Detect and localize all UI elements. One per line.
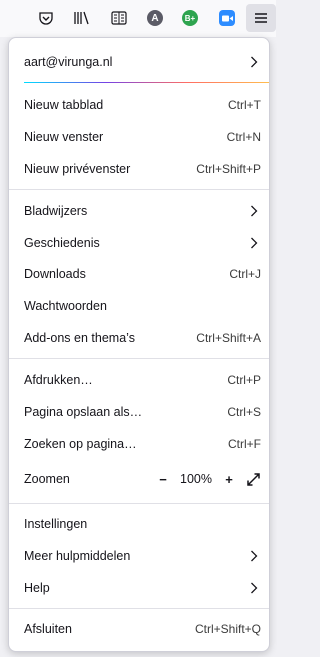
- new-window-shortcut: Ctrl+N: [226, 130, 261, 144]
- separator: [9, 358, 269, 359]
- zoom-in-button[interactable]: +: [221, 471, 237, 487]
- help-label: Help: [24, 581, 50, 595]
- new-private-window-shortcut: Ctrl+Shift+P: [196, 162, 261, 176]
- history-item[interactable]: Geschiedenis: [9, 227, 269, 259]
- new-window-label: Nieuw venster: [24, 130, 104, 144]
- new-tab-label: Nieuw tabblad: [24, 98, 104, 112]
- print-shortcut: Ctrl+P: [227, 373, 261, 387]
- separator: [9, 189, 269, 190]
- new-tab-shortcut: Ctrl+T: [228, 98, 261, 112]
- chevron-right-icon: [247, 236, 261, 250]
- find-in-page-shortcut: Ctrl+F: [228, 437, 261, 451]
- browser-toolbar: A B+: [0, 0, 276, 37]
- zoom-reset-value[interactable]: 100%: [177, 472, 215, 486]
- app-menu-panel: aart@virunga.nl Nieuw tabblad Ctrl+T Nie…: [8, 37, 270, 652]
- bookmarks-label: Bladwijzers: [24, 204, 88, 218]
- zoom-controls: − 100% +: [155, 471, 261, 487]
- extension-a-icon[interactable]: A: [140, 4, 170, 32]
- separator: [9, 503, 269, 504]
- extension-b-plus-icon[interactable]: B+: [175, 4, 205, 32]
- chevron-right-icon: [247, 549, 261, 563]
- account-separator: [24, 82, 269, 83]
- chevron-right-icon: [247, 204, 261, 218]
- quit-label: Afsluiten: [24, 622, 72, 636]
- save-page-label: Pagina opslaan als…: [24, 405, 143, 419]
- addons-themes-shortcut: Ctrl+Shift+A: [196, 331, 261, 345]
- quit-shortcut: Ctrl+Shift+Q: [194, 622, 261, 636]
- quit-item[interactable]: Afsluiten Ctrl+Shift+Q: [9, 613, 269, 645]
- separator: [9, 608, 269, 609]
- account-email: aart@virunga.nl: [24, 55, 113, 69]
- account-row[interactable]: aart@virunga.nl: [9, 46, 269, 78]
- help-item[interactable]: Help: [9, 572, 269, 604]
- passwords-label: Wachtwoorden: [24, 299, 107, 313]
- downloads-item[interactable]: Downloads Ctrl+J: [9, 258, 269, 290]
- extension-a-letter: A: [147, 10, 163, 26]
- settings-item[interactable]: Instellingen: [9, 508, 269, 540]
- extension-b-letter: B+: [182, 10, 198, 26]
- reader-view-icon[interactable]: [104, 4, 134, 32]
- more-tools-label: Meer hulpmiddelen: [24, 549, 131, 563]
- chevron-right-icon: [247, 55, 261, 69]
- new-window-item[interactable]: Nieuw venster Ctrl+N: [9, 121, 269, 153]
- zoom-out-button[interactable]: −: [155, 471, 171, 487]
- downloads-label: Downloads: [24, 267, 86, 281]
- library-icon[interactable]: [67, 4, 97, 32]
- more-tools-item[interactable]: Meer hulpmiddelen: [9, 540, 269, 572]
- history-label: Geschiedenis: [24, 236, 100, 250]
- pocket-icon[interactable]: [31, 4, 61, 32]
- zoom-row: Zoomen − 100% +: [9, 463, 269, 495]
- save-page-shortcut: Ctrl+S: [227, 405, 261, 419]
- addons-themes-item[interactable]: Add-ons en thema’s Ctrl+Shift+A: [9, 322, 269, 354]
- downloads-shortcut: Ctrl+J: [229, 267, 261, 281]
- find-in-page-item[interactable]: Zoeken op pagina… Ctrl+F: [9, 428, 269, 460]
- addons-themes-label: Add-ons en thema’s: [24, 331, 135, 345]
- fullscreen-icon[interactable]: [245, 471, 261, 487]
- settings-label: Instellingen: [24, 517, 88, 531]
- save-page-item[interactable]: Pagina opslaan als… Ctrl+S: [9, 396, 269, 428]
- passwords-item[interactable]: Wachtwoorden: [9, 290, 269, 322]
- new-tab-item[interactable]: Nieuw tabblad Ctrl+T: [9, 89, 269, 121]
- print-label: Afdrukken…: [24, 373, 93, 387]
- print-item[interactable]: Afdrukken… Ctrl+P: [9, 364, 269, 396]
- hamburger-menu-icon[interactable]: [246, 4, 276, 32]
- zoom-label: Zoomen: [24, 472, 70, 486]
- new-private-window-label: Nieuw privévenster: [24, 162, 131, 176]
- video-call-icon[interactable]: [212, 4, 242, 32]
- new-private-window-item[interactable]: Nieuw privévenster Ctrl+Shift+P: [9, 153, 269, 185]
- bookmarks-item[interactable]: Bladwijzers: [9, 195, 269, 227]
- chevron-right-icon: [247, 581, 261, 595]
- find-in-page-label: Zoeken op pagina…: [24, 437, 137, 451]
